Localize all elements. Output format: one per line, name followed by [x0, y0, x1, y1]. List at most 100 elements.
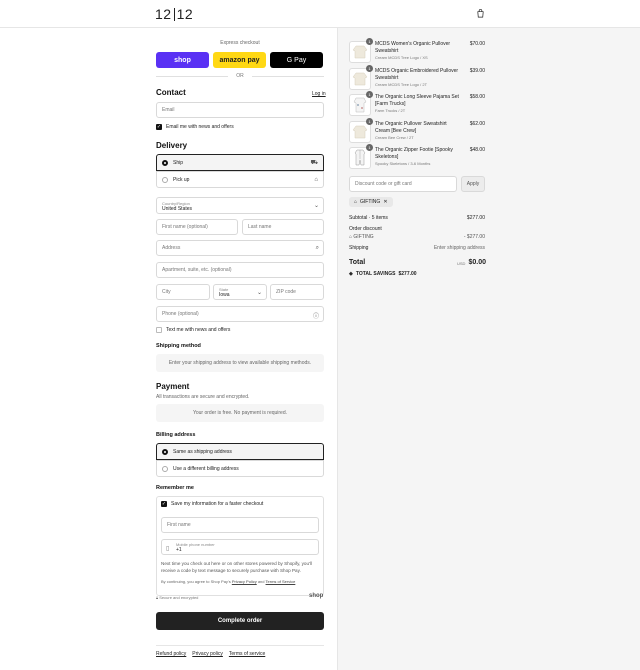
tag-icon: ⌂ — [354, 199, 358, 205]
shipping-row: Shipping Enter shipping address — [349, 245, 485, 251]
tag-icon: ◈ — [349, 271, 353, 277]
save-info-checkbox[interactable]: ✓ Save my information for a faster checko… — [161, 501, 263, 507]
contact-heading: Contact — [156, 88, 186, 97]
text-news-checkbox[interactable]: Text me with news and offers — [156, 327, 230, 333]
last-name-field[interactable]: Last name — [242, 219, 324, 235]
mobile-value: +1 — [176, 547, 182, 553]
discount-code-row: ⌂ GIFTING - $277.00 — [349, 234, 485, 240]
shipping-method-message: Enter your shipping address to view avai… — [156, 354, 324, 372]
phone-field[interactable]: Phone (optional) ⓘ — [156, 306, 324, 322]
billing-different-option[interactable]: Use a different billing address — [156, 460, 324, 477]
shipping-method-heading: Shipping method — [156, 343, 201, 349]
item-name: The Organic Zipper Footie [Spooky Skelet… — [375, 147, 463, 167]
discount-code-field[interactable]: Discount code or gift card — [349, 176, 457, 192]
amazon-pay-button[interactable]: amazon pay — [213, 52, 266, 68]
total-label: Total — [349, 259, 366, 266]
cart-item: 1 MCDS Organic Embroidered Pullover Swea… — [349, 65, 485, 92]
help-icon[interactable]: ⓘ — [313, 311, 319, 320]
radio-unselected — [162, 465, 168, 472]
apartment-field[interactable]: Apartment, suite, etc. (optional) — [156, 262, 324, 278]
quantity-badge: 1 — [366, 38, 373, 45]
complete-order-button[interactable]: Complete order — [156, 612, 324, 630]
save-info-label: Save my information for a faster checkou… — [171, 501, 264, 507]
checkmark-icon: ✓ — [161, 501, 167, 507]
order-discount-row: Order discount — [349, 226, 382, 232]
store-icon: ⌂ — [314, 176, 318, 183]
email-news-checkbox[interactable]: ✓ Email me with news and offers — [156, 124, 234, 130]
item-name: MCDS Women's Organic Pullover Sweatshirt… — [375, 41, 463, 61]
subtotal-row: Subtotal · 5 items $277.00 — [349, 215, 485, 221]
address-field[interactable]: Address ⌕ — [156, 240, 324, 256]
item-name: The Organic Long Sleeve Pajama Set [Farm… — [375, 94, 463, 114]
quantity-badge: 1 — [366, 65, 373, 72]
terms-link[interactable]: Terms of Service — [266, 579, 296, 584]
express-checkout-title: Express checkout — [220, 40, 260, 46]
shop-pay-terms: By continuing, you agree to Shop Pay's P… — [161, 579, 296, 584]
google-pay-button[interactable]: G Pay — [270, 52, 323, 68]
quantity-badge: 1 — [366, 144, 373, 151]
chevron-down-icon: ⌄ — [256, 290, 262, 296]
footer-links: Refund policy Privacy policy Terms of se… — [156, 651, 265, 657]
total-savings: ◈ TOTAL SAVINGS $277.00 — [349, 271, 417, 277]
privacy-policy-link[interactable]: Privacy Policy — [232, 579, 257, 584]
discount-tag-label: GIFTING — [360, 199, 381, 205]
state-value: Iowa — [219, 292, 230, 298]
header: 12 12 — [0, 0, 640, 28]
first-name-field[interactable]: First name (optional) — [156, 219, 238, 235]
store-logo[interactable]: 12 12 — [155, 6, 193, 22]
item-variant: Cream MCDS Tree Logo / 2T — [375, 82, 428, 87]
payment-heading: Payment — [156, 382, 190, 391]
delivery-heading: Delivery — [156, 141, 188, 150]
item-price: $58.00 — [469, 94, 485, 100]
close-icon[interactable]: ✕ — [383, 199, 387, 205]
state-select[interactable]: State Iowa ⌄ — [213, 284, 267, 300]
delivery-option-pickup[interactable]: Pick up ⌂ — [156, 171, 324, 188]
billing-different-label: Use a different billing address — [173, 465, 239, 472]
truck-icon: ⛟ — [310, 159, 318, 166]
cart-item: 1 The Organic Zipper Footie [Spooky Skel… — [349, 144, 485, 171]
quantity-badge: 1 — [366, 118, 373, 125]
payment-subtitle: All transactions are secure and encrypte… — [156, 394, 250, 400]
city-field[interactable]: City — [156, 284, 210, 300]
radio-selected — [162, 448, 168, 455]
checkbox-empty — [156, 327, 162, 333]
item-variant: Cream MCDS Tree Logo / XS — [375, 55, 428, 60]
shop-logo: shop — [309, 593, 324, 599]
total-value: $0.00 — [468, 259, 486, 266]
terms-of-service-link[interactable]: Terms of service — [229, 651, 265, 657]
shopping-bag-icon[interactable] — [476, 9, 485, 18]
lock-icon: 🔒︎ — [156, 595, 159, 600]
item-price: $39.00 — [469, 68, 485, 74]
mobile-phone-field[interactable]: ▯ Mobile phone number +1 — [161, 539, 319, 555]
phone-icon: ▯ — [166, 546, 170, 552]
shop-pay-button[interactable]: shop — [156, 52, 209, 68]
checkmark-icon: ✓ — [156, 124, 162, 130]
text-news-label: Text me with news and offers — [166, 327, 231, 333]
item-variant: Farm Trucks / 2T — [375, 108, 406, 113]
refund-policy-link[interactable]: Refund policy — [156, 651, 186, 657]
cart-item: 1 The Organic Long Sleeve Pajama Set [Fa… — [349, 91, 485, 118]
cart-item: 1 MCDS Women's Organic Pullover Sweatshi… — [349, 38, 485, 65]
item-price: $48.00 — [469, 147, 485, 153]
remember-first-name-field[interactable]: First name — [161, 517, 319, 533]
privacy-policy-footer-link[interactable]: Privacy policy — [192, 651, 223, 657]
search-icon: ⌕ — [315, 245, 319, 251]
email-field[interactable]: Email — [156, 102, 324, 118]
footer-divider — [156, 645, 324, 646]
billing-same-label: Same as shipping address — [173, 448, 232, 455]
shop-pay-info: Next time you check out here or on other… — [161, 561, 312, 573]
zip-field[interactable]: ZIP code — [270, 284, 324, 300]
item-price: $62.00 — [469, 121, 485, 127]
country-select[interactable]: Country/Region United States ⌄ — [156, 197, 324, 214]
billing-same-option[interactable]: Same as shipping address — [156, 443, 324, 460]
delivery-ship-label: Ship — [173, 159, 184, 166]
email-news-label: Email me with news and offers — [166, 124, 234, 130]
delivery-option-ship[interactable]: Ship ⛟ — [156, 154, 324, 171]
apply-button[interactable]: Apply — [461, 176, 485, 192]
tag-icon: ⌂ — [349, 234, 353, 240]
item-variant: Spooky Skeletons / 3-6 Months — [375, 161, 431, 166]
item-price: $70.00 — [469, 41, 485, 47]
secure-encrypted-note: 🔒︎ Secure and encrypted — [156, 595, 199, 600]
login-link[interactable]: Log in — [312, 91, 326, 97]
payment-message: Your order is free. No payment is requir… — [156, 404, 324, 422]
